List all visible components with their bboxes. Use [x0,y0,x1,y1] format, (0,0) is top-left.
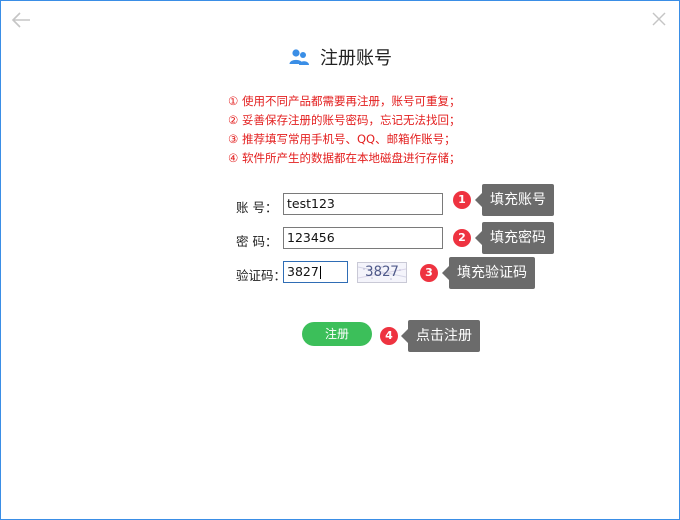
tip-click-register: 点击注册 [401,320,480,352]
notice-item: ② 妥善保存注册的账号密码，忘记无法找回； [228,113,461,127]
back-button[interactable] [10,10,32,30]
password-input[interactable]: 123456 [283,227,443,249]
arrow-left-icon [11,12,30,28]
tip-fill-password: 填充密码 [475,222,554,254]
close-icon [652,12,666,26]
password-label: 密 码： [236,234,278,249]
users-icon [289,49,309,65]
notice-item: ③ 推荐填写常用手机号、QQ、邮箱作账号； [228,132,456,146]
notice-item: ① 使用不同产品都需要再注册，账号可重复； [228,94,461,108]
step-badge-4: 4 [380,327,398,345]
password-value: 123456 [287,230,335,245]
tip-fill-captcha: 填充验证码 [442,257,535,289]
account-input[interactable]: test123 [283,193,443,215]
captcha-label: 验证码： [236,268,287,283]
captcha-image[interactable]: 3827 [357,262,407,283]
account-label: 账 号： [236,200,278,215]
tip-fill-account: 填充账号 [475,184,554,216]
dialog-window [0,0,680,520]
step-badge-3: 3 [420,264,438,282]
captcha-value: 3827 [287,264,319,279]
notice-item: ④ 软件所产生的数据都在本地磁盘进行存储； [228,151,461,165]
step-badge-1: 1 [453,191,471,209]
account-value: test123 [287,196,335,211]
register-button[interactable]: 注册 [302,322,372,346]
captcha-input[interactable]: 3827 [283,261,348,283]
page-title: 注册账号 [320,48,392,69]
step-badge-2: 2 [453,229,471,247]
text-caret [319,266,321,279]
dialog-header: 注册账号 [0,42,680,72]
notice-list: ① 使用不同产品都需要再注册，账号可重复； ② 妥善保存注册的账号密码，忘记无法… [228,92,548,168]
captcha-text: 3827 [365,264,399,280]
close-button[interactable] [650,10,668,28]
